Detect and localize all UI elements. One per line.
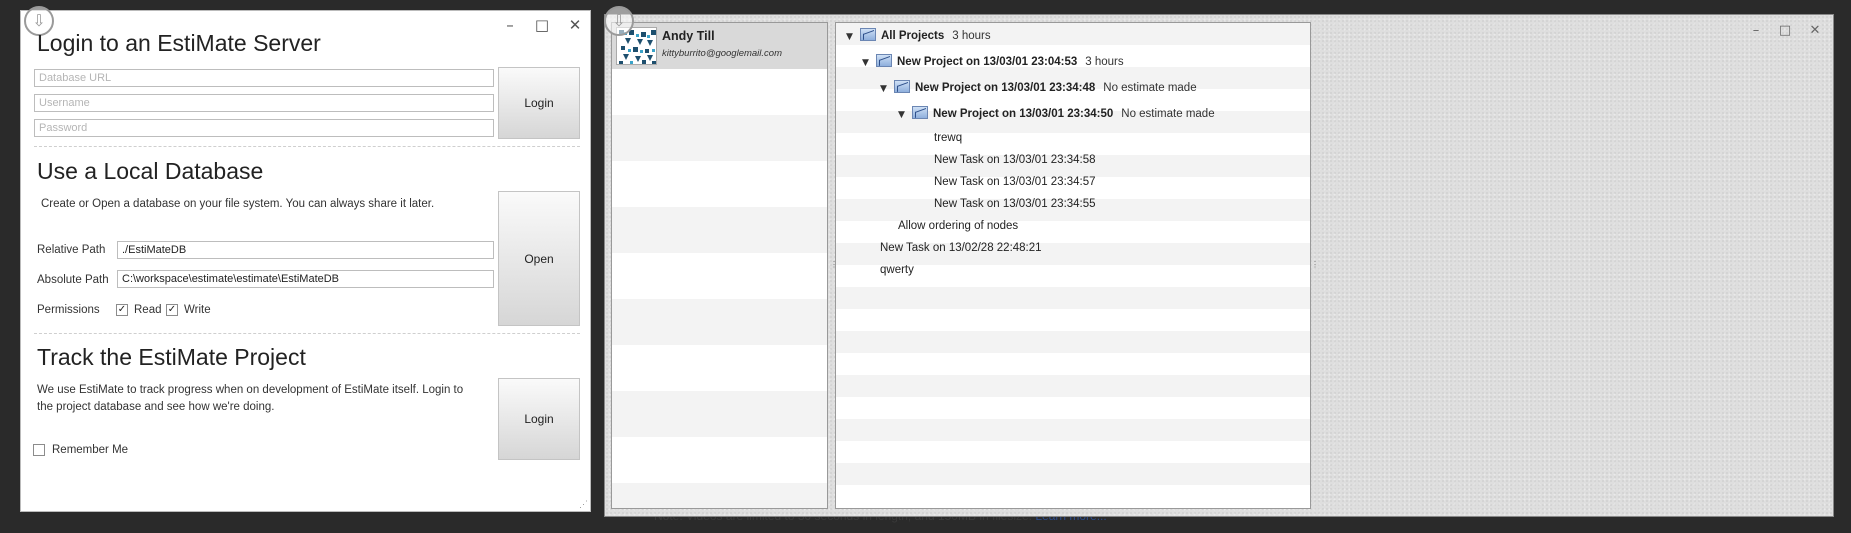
permissions-label: Permissions [37, 304, 100, 316]
read-checkbox[interactable]: ✓ [116, 304, 128, 316]
node-label: New Project on 13/03/01 23:04:53 [897, 56, 1078, 68]
expand-triangle-icon[interactable]: ▼ [898, 104, 910, 126]
tree-node-task[interactable]: New Task on 13/03/01 23:34:58 [934, 149, 1096, 171]
server-section-title: Login to an EstiMate Server [37, 30, 321, 56]
project-icon [860, 28, 876, 41]
maximize-button[interactable]: □ [1777, 23, 1793, 38]
minimize-button[interactable]: – [500, 17, 520, 33]
tree-node-project[interactable]: ▼ New Project on 13/03/01 23:34:48 No esti… [880, 77, 1197, 99]
expand-triangle-icon[interactable]: ▼ [862, 52, 874, 74]
remember-me-label: Remember Me [52, 444, 129, 456]
divider [34, 146, 580, 147]
track-description-line2: the project database and see how we're d… [37, 401, 275, 413]
node-estimate: 3 hours [952, 30, 991, 42]
remember-me-checkbox[interactable] [33, 444, 45, 456]
resize-grip-icon[interactable]: ⋰ [579, 499, 588, 510]
maximize-button[interactable]: □ [532, 17, 552, 33]
write-label: Write [184, 304, 211, 316]
minimize-button[interactable]: – [1748, 23, 1764, 38]
project-icon [876, 54, 892, 67]
node-label: All Projects [881, 30, 945, 42]
relative-path-input[interactable] [117, 241, 494, 259]
project-tree-panel: ▼ All Projects 3 hours ▼ New Project on 13/… [835, 22, 1311, 509]
relative-path-label: Relative Path [37, 244, 106, 256]
username-input[interactable] [34, 94, 494, 112]
tree-node-project[interactable]: ▼ New Project on 13/03/01 23:34:50 No esti… [898, 103, 1215, 125]
user-panel: Andy Till kittyburrito@googlemail.com [611, 22, 828, 509]
project-icon [894, 80, 910, 93]
tree-node-task[interactable]: trewq [934, 127, 962, 149]
divider [34, 333, 580, 334]
tree-node-task[interactable]: New Task on 13/02/28 22:48:21 [880, 237, 1042, 259]
expand-triangle-icon[interactable]: ▼ [880, 78, 892, 100]
tree-node-task[interactable]: qwerty [880, 259, 914, 281]
read-label: Read [134, 304, 162, 316]
close-button[interactable]: ✕ [1807, 23, 1823, 38]
login-window: ⇩ – □ ✕ Login to an EstiMate Server Logi… [20, 6, 591, 512]
splitter-handle[interactable]: ⋮ [1311, 260, 1319, 269]
user-email: kittyburrito@googlemail.com [662, 48, 782, 59]
tree-node-task[interactable]: New Task on 13/03/01 23:34:55 [934, 193, 1096, 215]
local-section-title: Use a Local Database [37, 158, 264, 184]
track-login-button[interactable]: Login [498, 378, 580, 460]
user-list-item[interactable]: Andy Till kittyburrito@googlemail.com [612, 23, 827, 69]
node-estimate: No estimate made [1121, 108, 1215, 120]
write-checkbox[interactable]: ✓ [166, 304, 178, 316]
node-estimate: 3 hours [1085, 56, 1124, 68]
expand-triangle-icon[interactable]: ▼ [846, 26, 858, 48]
tree-node-task[interactable]: New Task on 13/03/01 23:34:57 [934, 171, 1096, 193]
track-description-line1: We use EstiMate to track progress when o… [37, 384, 464, 396]
tree-node-project[interactable]: ▼ All Projects 3 hours [846, 25, 991, 47]
tree-node-task[interactable]: Allow ordering of nodes [898, 215, 1018, 237]
main-window: Andy Till kittyburrito@googlemail.com ⋮ … [604, 6, 1834, 517]
node-estimate: No estimate made [1103, 82, 1197, 94]
node-label: New Project on 13/03/01 23:34:48 [915, 82, 1096, 94]
absolute-path-label: Absolute Path [37, 274, 109, 286]
absolute-path-input[interactable] [117, 270, 494, 288]
tree-node-project[interactable]: ▼ New Project on 13/03/01 23:04:53 3 hours [862, 51, 1124, 73]
user-name: Andy Till [662, 29, 715, 43]
open-button[interactable]: Open [498, 191, 580, 326]
download-icon: ⇩ [604, 6, 634, 36]
close-button[interactable]: ✕ [565, 17, 585, 33]
server-login-button[interactable]: Login [498, 67, 580, 139]
project-icon [912, 106, 928, 119]
node-label: New Project on 13/03/01 23:34:50 [933, 108, 1114, 120]
local-description: Create or Open a database on your file s… [41, 198, 435, 210]
track-section-title: Track the EstiMate Project [37, 344, 306, 370]
database-url-input[interactable] [34, 69, 494, 87]
password-input[interactable] [34, 119, 494, 137]
